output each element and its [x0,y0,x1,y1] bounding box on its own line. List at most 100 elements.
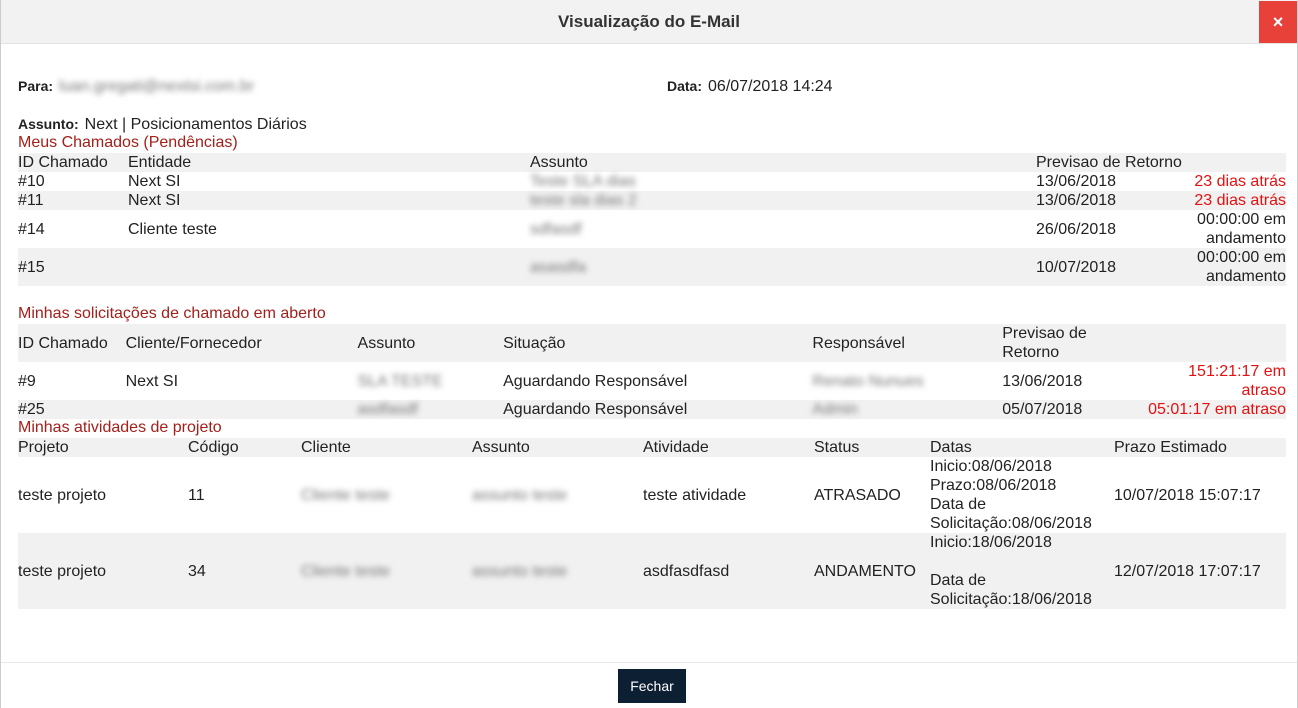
table-row[interactable]: teste projeto 11 Cliente teste assunto t… [18,457,1286,533]
cell-id: #9 [18,372,36,390]
data-label: Data: [667,78,703,94]
cell-id: #11 [18,192,44,209]
column-header: Código [188,439,239,456]
recipient-field: Para: luan.gregati@nextsi.com.br [18,78,254,96]
cell-atividade: teste atividade [643,486,747,504]
column-header: ID Chamado [18,154,108,171]
subject-field: Assunto: Next | Posicionamentos Diários [18,116,307,134]
cell-assunto: asdfasdf [357,401,418,418]
column-header: Entidade [128,154,192,171]
email-preview-modal: Visualização do E-Mail × Para: luan.grega… [0,0,1298,708]
data-line: Prazo:08/06/2018 [930,477,1057,494]
cell-entidade: Next SI [128,192,181,209]
cell-assunto: assunto teste [472,562,568,580]
column-header [1148,324,1286,362]
cell-datas: Inicio:18/06/2018 Data de Solicitação:18… [930,533,1114,609]
column-header: Previsao de Retorno [1036,154,1182,171]
cell-previsao: 13/06/2018 [1036,173,1117,190]
cell-previsao: 13/06/2018 [1002,372,1083,390]
table-header: ID Chamado Cliente/Fornecedor Assunto Si… [18,324,1286,362]
column-header: Projeto [18,439,69,456]
para-value: luan.gregati@nextsi.com.br [59,78,255,95]
data-line: Solicitação:08/06/2018 [930,515,1092,532]
cell-prazo: 10/07/2018 15:07:17 [1114,486,1261,504]
table-row[interactable]: #14 Cliente teste sdfasdf 26/06/2018 00:… [18,210,1286,248]
modal-header: Visualização do E-Mail × [1,0,1297,44]
section-title-chamados: Meus Chamados (Pendências) [18,134,238,151]
cell-status: 05:01:17 em atraso [1148,401,1286,418]
column-header: Assunto [530,154,588,171]
assunto-label: Assunto: [18,116,79,132]
cell-cliente: Cliente teste [301,486,390,504]
cell-status: 23 dias atrás [1194,192,1286,209]
column-header: Situação [503,334,566,352]
cell-prazo: 12/07/2018 17:07:17 [1114,562,1261,580]
cell-status: ATRASADO [814,486,901,504]
fechar-button[interactable]: Fechar [618,669,686,703]
atividades-table: Projeto Código Cliente Assunto Atividade… [18,438,1286,609]
table-header: ID Chamado Entidade Assunto Previsao de … [18,153,1286,172]
cell-status: 00:00:00 em andamento [1197,211,1286,247]
column-header: Cliente [301,439,351,456]
cell-id: #15 [18,258,45,276]
cell-id: #25 [18,401,45,418]
close-icon[interactable]: × [1259,1,1297,43]
cell-atividade: asdfasdfasd [643,562,730,580]
cell-assunto: teste sla dias 2 [530,192,637,209]
table-row[interactable]: #9 Next SI SLA TESTE Aguardando Responsá… [18,362,1286,400]
cell-cliente: Next SI [125,372,179,390]
section-title-atividades: Minhas atividades de projeto [18,419,222,436]
cell-previsao: 10/07/2018 [1036,258,1117,276]
data-line: Data de [930,572,987,589]
table-header: Projeto Código Cliente Assunto Atividade… [18,438,1286,457]
cell-assunto: Teste SLA dias [530,173,636,190]
data-line: Inicio:08/06/2018 [930,458,1052,475]
cell-situacao: Aguardando Responsável [503,401,688,418]
cell-status: ANDAMENTO [814,562,916,580]
cell-id: #10 [18,173,45,190]
table-row[interactable]: #11 Next SI teste sla dias 2 13/06/2018 … [18,191,1286,210]
section-title-solicitacoes: Minhas solicitações de chamado em aberto [18,305,326,322]
table-row[interactable]: #10 Next SI Teste SLA dias 13/06/2018 23… [18,172,1286,191]
column-header [1186,153,1286,172]
cell-status: 151:21:17 em atraso [1188,363,1286,399]
cell-previsao: 13/06/2018 [1036,192,1117,209]
column-header: Assunto [357,334,416,352]
column-header: Status [814,439,860,456]
cell-cliente [126,400,358,419]
cell-codigo: 11 [188,486,205,504]
column-header: Datas [930,439,972,456]
cell-cliente: Cliente teste [301,562,390,580]
data-line: Data de [930,496,987,513]
modal-title: Visualização do E-Mail [557,12,741,31]
cell-previsao: 26/06/2018 [1036,220,1117,238]
table-row[interactable]: #25 asdfasdf Aguardando Responsável Admi… [18,400,1286,419]
cell-projeto: teste projeto [18,486,107,504]
cell-datas: Inicio:08/06/2018 Prazo:08/06/2018 Data … [930,457,1114,533]
data-line [930,552,1114,571]
cell-entidade: Cliente teste [128,220,217,238]
column-header: Prazo Estimado [1114,439,1227,456]
para-label: Para: [18,78,54,94]
cell-assunto: assunto teste [472,486,568,504]
data-value: 06/07/2018 14:24 [708,78,833,95]
cell-assunto: sdfasdf [530,220,582,238]
cell-assunto: SLA TESTE [357,372,443,390]
table-row[interactable]: teste projeto 34 Cliente teste assunto t… [18,533,1286,609]
solicitacoes-table: ID Chamado Cliente/Fornecedor Assunto Si… [18,324,1286,419]
cell-responsavel: Admin [812,401,858,418]
cell-status: 23 dias atrás [1194,173,1286,190]
column-header: Responsável [812,334,905,352]
cell-entidade: Next SI [128,173,181,190]
cell-previsao: 05/07/2018 [1002,401,1083,418]
cell-responsavel: Renato Nunues [812,372,924,390]
cell-codigo: 34 [188,562,206,580]
date-field: Data: 06/07/2018 14:24 [667,78,833,96]
table-row[interactable]: #15 asasdfa 10/07/2018 00:00:00 em andam… [18,248,1286,286]
column-header: Previsao de Retorno [1002,325,1087,361]
chamados-table: ID Chamado Entidade Assunto Previsao de … [18,153,1286,286]
assunto-value: Next | Posicionamentos Diários [84,116,307,133]
cell-situacao: Aguardando Responsável [503,372,688,390]
cell-entidade [128,248,530,286]
cell-assunto: asasdfa [530,258,587,276]
